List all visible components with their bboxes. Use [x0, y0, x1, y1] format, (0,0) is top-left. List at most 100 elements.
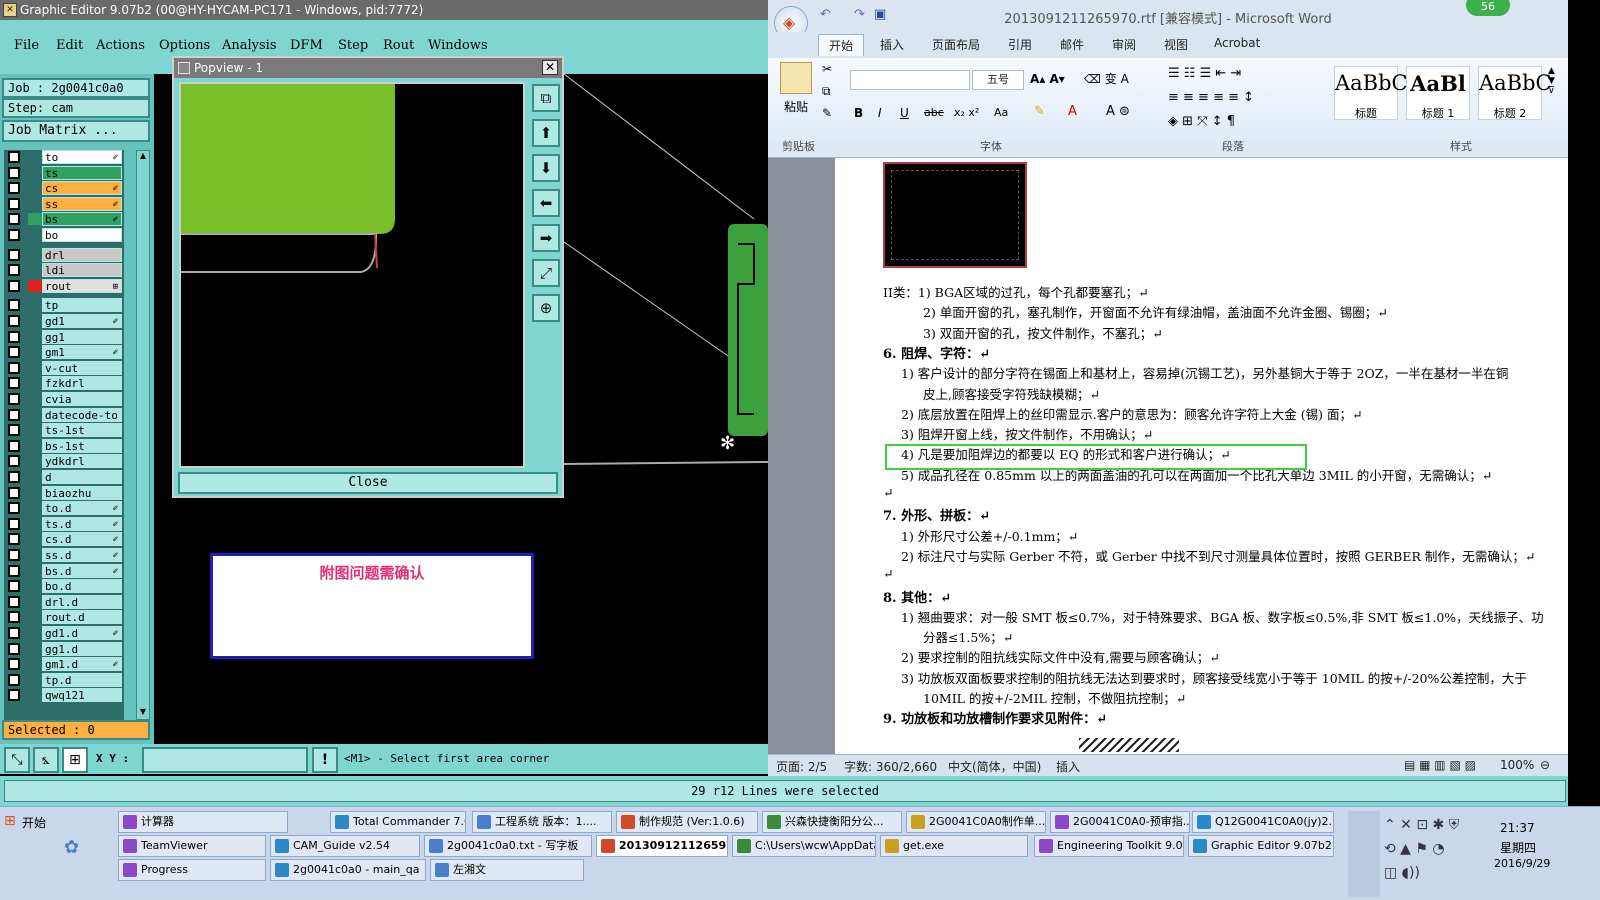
- tab-page-layout[interactable]: 页面布局: [932, 36, 980, 53]
- layer-name[interactable]: drl: [42, 247, 122, 262]
- zoom-level[interactable]: 100%: [1500, 758, 1534, 772]
- view-buttons[interactable]: ▤ ▦ ▥ ▧ ▨: [1404, 758, 1476, 772]
- start-button[interactable]: ⊞ 开始: [2, 811, 58, 833]
- move-left-icon[interactable]: ⬅: [532, 189, 560, 217]
- layer-row[interactable]: fzkdrl: [4, 376, 124, 391]
- layer-name[interactable]: rout ⊞: [42, 278, 122, 293]
- layer-row[interactable]: gm1 ✐: [4, 345, 124, 360]
- layer-checkbox[interactable]: [8, 471, 20, 483]
- layer-checkbox[interactable]: [8, 213, 20, 226]
- taskbar-item[interactable]: TeamViewer: [118, 835, 266, 857]
- font-name-select[interactable]: [850, 70, 970, 90]
- layer-row[interactable]: bs ✐: [4, 212, 124, 227]
- system-tray-icons[interactable]: ⌃ ✕ ⊡ ✱ ⛨ ⟲ ▲ ⚑ ◔ ◫ ◖)): [1384, 813, 1484, 893]
- fit-window-icon[interactable]: ⧉: [532, 84, 560, 112]
- layer-checkbox[interactable]: [8, 595, 20, 608]
- layer-row[interactable]: d: [4, 470, 124, 484]
- cut-icon[interactable]: ✂: [822, 62, 832, 76]
- layer-name[interactable]: ts: [42, 165, 122, 180]
- layer-name[interactable]: bo: [42, 228, 122, 242]
- style-card[interactable]: AaBl 标题 1: [1406, 66, 1470, 120]
- taskbar-item[interactable]: Progress: [118, 859, 266, 881]
- xy-input[interactable]: [142, 747, 308, 773]
- taskbar-item[interactable]: get.exe: [880, 835, 1028, 857]
- tab-references[interactable]: 引用: [1008, 36, 1032, 53]
- menu-options[interactable]: Options: [159, 38, 210, 53]
- layer-name[interactable]: tp.d: [42, 672, 122, 687]
- shading-icon[interactable]: ◈ ⊞ ⤧ ↕ ¶: [1168, 114, 1235, 129]
- layer-name[interactable]: gm1.d ✐: [42, 657, 122, 672]
- layer-checkbox[interactable]: [8, 658, 20, 671]
- layer-checkbox[interactable]: [8, 393, 20, 405]
- layer-name[interactable]: qwq121: [42, 688, 122, 703]
- layer-row[interactable]: tp: [4, 298, 124, 313]
- layer-name[interactable]: tp: [42, 298, 122, 313]
- layer-row[interactable]: ts.d ✐: [4, 516, 124, 531]
- layer-checkbox[interactable]: [8, 330, 20, 343]
- layer-checkbox[interactable]: [8, 346, 20, 359]
- layer-row[interactable]: v-cut: [4, 360, 124, 375]
- layer-name[interactable]: biaozhu: [42, 485, 122, 500]
- strikethrough-icon[interactable]: abc: [924, 106, 944, 119]
- layer-row[interactable]: gd1 ✐: [4, 314, 124, 328]
- layer-checkbox[interactable]: [8, 580, 20, 593]
- layer-checkbox[interactable]: [8, 264, 20, 277]
- font-color-icon[interactable]: A: [1068, 104, 1077, 119]
- layer-checkbox[interactable]: [8, 517, 20, 530]
- layer-row[interactable]: rout ⊞: [4, 278, 124, 293]
- scroll-up-icon[interactable]: ▲: [138, 151, 148, 163]
- bold-icon[interactable]: B: [854, 106, 863, 120]
- layer-name[interactable]: ts-1st: [42, 423, 122, 438]
- taskbar-item[interactable]: 工程系统 版本：1....: [472, 811, 612, 833]
- taskbar-item[interactable]: 计算器: [118, 811, 288, 833]
- layer-name[interactable]: bs-1st: [42, 438, 122, 453]
- italic-icon[interactable]: I: [878, 106, 882, 120]
- layer-name[interactable]: cvia: [42, 392, 122, 406]
- layer-checkbox[interactable]: [8, 229, 20, 241]
- popview-canvas[interactable]: [179, 82, 525, 468]
- layer-row[interactable]: ss.d ✐: [4, 548, 124, 562]
- paste-icon[interactable]: [780, 62, 812, 94]
- layer-checkbox[interactable]: [8, 166, 20, 179]
- layer-checkbox[interactable]: [8, 279, 20, 292]
- word-count[interactable]: 字数: 360/2,660: [844, 758, 937, 775]
- style-card[interactable]: AaBbC 标题: [1334, 66, 1408, 120]
- layer-checkbox[interactable]: [8, 182, 20, 195]
- layer-checkbox[interactable]: [8, 533, 20, 546]
- layer-checkbox[interactable]: [8, 299, 20, 312]
- layer-name[interactable]: bs.d ✐: [42, 563, 122, 578]
- layer-name[interactable]: ydkdrl: [42, 454, 122, 469]
- layer-name[interactable]: fzkdrl: [42, 376, 122, 391]
- scroll-down-icon[interactable]: ▼: [138, 707, 148, 719]
- tab-view[interactable]: 视图: [1164, 36, 1188, 53]
- insert-mode[interactable]: 插入: [1056, 758, 1080, 775]
- tab-insert[interactable]: 插入: [880, 36, 904, 53]
- layer-row[interactable]: cvia: [4, 392, 124, 406]
- layer-checkbox[interactable]: [8, 408, 20, 421]
- tab-mailings[interactable]: 邮件: [1060, 36, 1084, 53]
- clock-date[interactable]: 2016/9/29: [1494, 857, 1550, 870]
- menu-windows[interactable]: Windows: [428, 38, 488, 53]
- layer-checkbox[interactable]: [8, 151, 20, 163]
- layer-list-scrollbar[interactable]: ▲ ▼: [136, 150, 150, 720]
- grid-icon[interactable]: ⊞: [62, 747, 88, 773]
- grow-font-icon[interactable]: A▴ A▾: [1030, 72, 1065, 86]
- layer-checkbox[interactable]: [8, 486, 20, 499]
- layer-row[interactable]: gg1: [4, 329, 124, 344]
- layer-name[interactable]: to.d ✐: [42, 501, 122, 516]
- layer-name[interactable]: to ✐: [42, 150, 122, 164]
- measure-icon[interactable]: ⦩: [33, 747, 59, 773]
- layer-name[interactable]: cs.d ✐: [42, 532, 122, 547]
- layer-name[interactable]: ss ✐: [42, 196, 122, 211]
- layer-row[interactable]: gd1.d ✐: [4, 626, 124, 640]
- layer-checkbox[interactable]: [8, 439, 20, 452]
- layer-row[interactable]: ydkdrl: [4, 454, 124, 469]
- layer-row[interactable]: bs.d ✐: [4, 563, 124, 578]
- layer-row[interactable]: biaozhu: [4, 485, 124, 500]
- taskbar-item[interactable]: 制作规范 (Ver:1.0.6): [616, 811, 758, 833]
- taskbar-item[interactable]: CAM_Guide v2.54: [270, 835, 420, 857]
- layer-checkbox[interactable]: [8, 424, 20, 437]
- layer-name[interactable]: gm1 ✐: [42, 345, 122, 360]
- info-icon[interactable]: !: [312, 747, 338, 773]
- style-card[interactable]: AaBbC 标题 2: [1478, 66, 1552, 120]
